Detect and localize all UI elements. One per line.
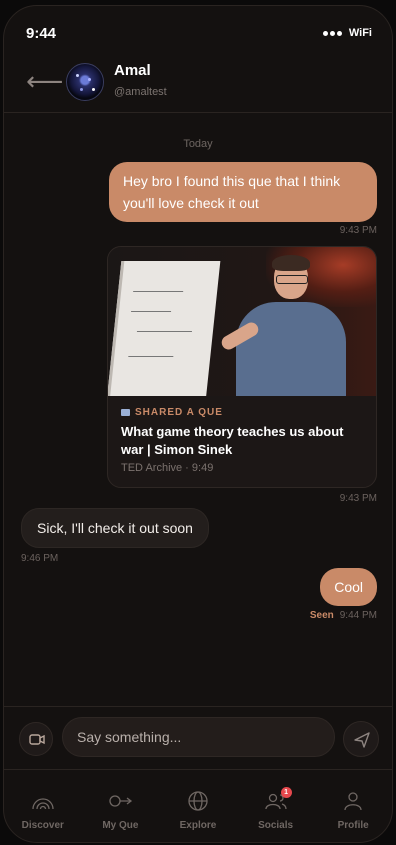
- message-timestamp: 9:44 PM: [339, 610, 377, 621]
- avatar[interactable]: [66, 63, 104, 101]
- globe-icon: [188, 791, 208, 811]
- chat-header: ⟵ Amal @amaltest: [4, 56, 392, 113]
- message-status: Seen 9:44 PM: [310, 610, 377, 621]
- tab-label: Discover: [21, 820, 64, 831]
- message-timestamp: 9:43 PM: [339, 493, 377, 504]
- phone-frame: 9:44 WiFi ⟵ Amal @amaltest Today Hey bro…: [3, 5, 393, 843]
- tab-label: Profile: [337, 820, 369, 831]
- signal-icon: [322, 30, 342, 36]
- whiteboard-illustration: [108, 261, 221, 396]
- tab-discover[interactable]: Discover: [4, 770, 82, 842]
- day-separator: Today: [183, 138, 213, 150]
- message-input[interactable]: [62, 717, 335, 757]
- video-camera-icon: [29, 734, 45, 745]
- tab-label: My Que: [102, 820, 139, 831]
- tab-my-que[interactable]: My Que: [82, 770, 160, 842]
- radar-icon: [32, 798, 54, 810]
- tab-explore[interactable]: Explore: [159, 770, 237, 842]
- bottom-tab-bar: Discover My Que Explore 1 Socials Profil…: [4, 769, 392, 842]
- que-icon: [109, 795, 133, 807]
- shared-que-card[interactable]: SHARED A QUE What game theory teaches us…: [107, 246, 377, 488]
- contact-name[interactable]: Amal: [114, 62, 151, 79]
- person-icon: [344, 792, 362, 811]
- send-icon: [354, 732, 370, 748]
- message-timestamp: 9:46 PM: [21, 553, 59, 564]
- status-icons: WiFi: [322, 27, 372, 39]
- video-icon: [121, 409, 130, 416]
- tab-label: Socials: [258, 820, 294, 831]
- contact-handle: @amaltest: [114, 86, 167, 98]
- camera-button[interactable]: [19, 722, 53, 756]
- outgoing-message[interactable]: Hey bro I found this que that I think yo…: [109, 162, 377, 222]
- message-timestamp: 9:43 PM: [339, 225, 377, 236]
- outgoing-message[interactable]: Cool: [320, 568, 377, 606]
- wifi-label: WiFi: [348, 27, 372, 39]
- notification-badge: 1: [280, 787, 292, 798]
- back-arrow-icon[interactable]: ⟵: [26, 66, 63, 97]
- video-thumbnail[interactable]: [108, 247, 376, 396]
- shared-que-label: SHARED A QUE: [121, 407, 223, 418]
- status-time: 9:44: [26, 25, 57, 42]
- tab-profile[interactable]: Profile: [314, 770, 392, 842]
- send-button[interactable]: [343, 721, 379, 757]
- seen-indicator: Seen: [309, 610, 334, 621]
- incoming-message[interactable]: Sick, I'll check it out soon: [21, 508, 209, 548]
- video-title[interactable]: What game theory teaches us about war | …: [121, 423, 366, 459]
- status-bar: 9:44 WiFi: [4, 6, 392, 56]
- composer-bar: [4, 706, 392, 769]
- message-list[interactable]: Today Hey bro I found this que that I th…: [4, 112, 392, 706]
- video-meta: TED Archive · 9:49: [121, 462, 214, 474]
- tab-label: Explore: [179, 820, 217, 831]
- tab-socials[interactable]: 1 Socials: [237, 770, 315, 842]
